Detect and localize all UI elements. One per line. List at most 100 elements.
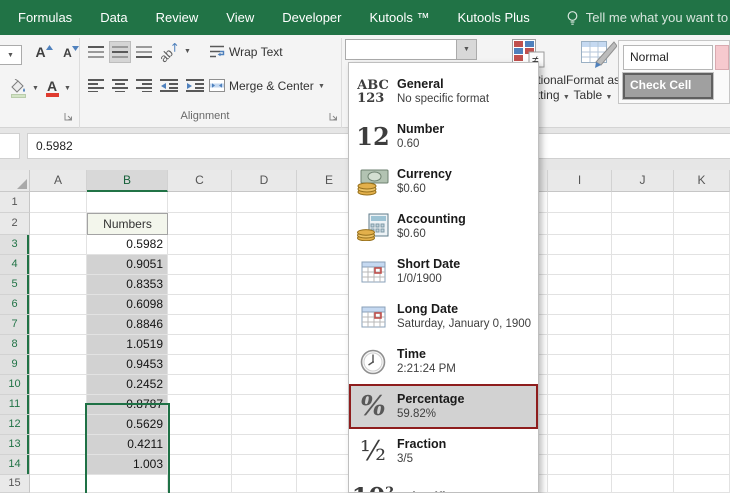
wrap-text-label[interactable]: Wrap Text <box>229 45 283 59</box>
cell-J2[interactable] <box>612 213 674 235</box>
font-color-dropdown-arrow[interactable]: ▼ <box>64 85 71 92</box>
cell-B13[interactable]: 0.4211 <box>87 435 168 455</box>
format-as-table-button[interactable] <box>580 39 618 69</box>
cell-A8[interactable] <box>30 335 87 355</box>
cell-C10[interactable] <box>168 375 232 395</box>
cell-I6[interactable] <box>548 295 612 315</box>
cell-B7[interactable]: 0.8846 <box>87 315 168 335</box>
cell-K12[interactable] <box>674 415 730 435</box>
format-option-time[interactable]: Time 2:21:24 PM <box>349 339 538 384</box>
cell-J12[interactable] <box>612 415 674 435</box>
cell-C3[interactable] <box>168 235 232 255</box>
cell-D3[interactable] <box>232 235 297 255</box>
font-group-dialog-launcher[interactable] <box>64 109 75 121</box>
row-header-9[interactable]: 9 <box>0 355 30 375</box>
bottom-align-button[interactable] <box>134 43 154 61</box>
cell-J4[interactable] <box>612 255 674 275</box>
column-header-B[interactable]: B <box>87 170 168 192</box>
row-header-15[interactable]: 15 <box>0 475 30 493</box>
cell-I12[interactable] <box>548 415 612 435</box>
merge-center-dropdown-arrow[interactable]: ▼ <box>318 83 325 90</box>
cell-D9[interactable] <box>232 355 297 375</box>
format-option-general[interactable]: ABC 123 General No specific format <box>349 69 538 114</box>
cell-D15[interactable] <box>232 475 297 493</box>
cell-A9[interactable] <box>30 355 87 375</box>
cell-A11[interactable] <box>30 395 87 415</box>
cell-I11[interactable] <box>548 395 612 415</box>
format-as-table-label[interactable]: Format as Table ▼ <box>560 73 626 105</box>
column-header-C[interactable]: C <box>168 170 232 192</box>
cell-K1[interactable] <box>674 192 730 213</box>
row-header-10[interactable]: 10 <box>0 375 30 395</box>
cell-I9[interactable] <box>548 355 612 375</box>
cell-C9[interactable] <box>168 355 232 375</box>
cell-A15[interactable] <box>30 475 87 493</box>
cell-K5[interactable] <box>674 275 730 295</box>
cell-K11[interactable] <box>674 395 730 415</box>
cell-B15[interactable] <box>87 475 168 493</box>
cell-D11[interactable] <box>232 395 297 415</box>
ribbon-tab-kutools[interactable]: Kutools ™ <box>356 0 444 35</box>
cell-C12[interactable] <box>168 415 232 435</box>
number-format-dropdown-button[interactable]: ▼ <box>456 39 477 60</box>
cell-C2[interactable] <box>168 213 232 235</box>
row-header-11[interactable]: 11 <box>0 395 30 415</box>
cell-J13[interactable] <box>612 435 674 455</box>
cell-K14[interactable] <box>674 455 730 475</box>
cell-C15[interactable] <box>168 475 232 493</box>
cell-J6[interactable] <box>612 295 674 315</box>
row-header-7[interactable]: 7 <box>0 315 30 335</box>
font-size-combo-fragment[interactable]: ▼ <box>0 45 22 65</box>
ribbon-tab-developer[interactable]: Developer <box>268 0 355 35</box>
cell-J1[interactable] <box>612 192 674 213</box>
cell-B4[interactable]: 0.9051 <box>87 255 168 275</box>
cell-I13[interactable] <box>548 435 612 455</box>
cell-D7[interactable] <box>232 315 297 335</box>
column-header-A[interactable]: A <box>30 170 87 192</box>
cell-K4[interactable] <box>674 255 730 275</box>
row-header-3[interactable]: 3 <box>0 235 30 255</box>
align-center-button[interactable] <box>110 76 130 94</box>
cell-D13[interactable] <box>232 435 297 455</box>
cell-A7[interactable] <box>30 315 87 335</box>
cell-C1[interactable] <box>168 192 232 213</box>
cell-A10[interactable] <box>30 375 87 395</box>
middle-align-button[interactable] <box>109 41 131 63</box>
cell-J3[interactable] <box>612 235 674 255</box>
cell-A1[interactable] <box>30 192 87 213</box>
cell-A14[interactable] <box>30 455 87 475</box>
cell-C13[interactable] <box>168 435 232 455</box>
format-option-accounting[interactable]: Accounting $0.60 <box>349 204 538 249</box>
fill-color-dropdown-arrow[interactable]: ▼ <box>32 85 39 92</box>
row-header-6[interactable]: 6 <box>0 295 30 315</box>
cell-I5[interactable] <box>548 275 612 295</box>
cell-B3[interactable]: 0.5982 <box>87 235 168 255</box>
cell-B2[interactable]: Numbers <box>87 213 168 235</box>
cell-K2[interactable] <box>674 213 730 235</box>
align-right-button[interactable] <box>134 76 154 94</box>
cell-D6[interactable] <box>232 295 297 315</box>
ribbon-tab-view[interactable]: View <box>212 0 268 35</box>
align-left-button[interactable] <box>86 76 106 94</box>
cell-A6[interactable] <box>30 295 87 315</box>
row-header-2[interactable]: 2 <box>0 213 30 235</box>
cell-K9[interactable] <box>674 355 730 375</box>
cell-B10[interactable]: 0.2452 <box>87 375 168 395</box>
cell-D5[interactable] <box>232 275 297 295</box>
cell-B9[interactable]: 0.9453 <box>87 355 168 375</box>
ribbon-tab-kutools-plus[interactable]: Kutools Plus <box>443 0 543 35</box>
column-header-I[interactable]: I <box>548 170 612 192</box>
column-header-D[interactable]: D <box>232 170 297 192</box>
cell-J5[interactable] <box>612 275 674 295</box>
select-all-button[interactable] <box>0 170 30 192</box>
cell-I15[interactable] <box>548 475 612 493</box>
cell-I4[interactable] <box>548 255 612 275</box>
cell-A4[interactable] <box>30 255 87 275</box>
tell-me-box[interactable]: Tell me what you want to do... <box>566 10 730 26</box>
cell-C14[interactable] <box>168 455 232 475</box>
cell-B1[interactable] <box>87 192 168 213</box>
cell-K15[interactable] <box>674 475 730 493</box>
cell-D2[interactable] <box>232 213 297 235</box>
cell-A5[interactable] <box>30 275 87 295</box>
cell-J9[interactable] <box>612 355 674 375</box>
